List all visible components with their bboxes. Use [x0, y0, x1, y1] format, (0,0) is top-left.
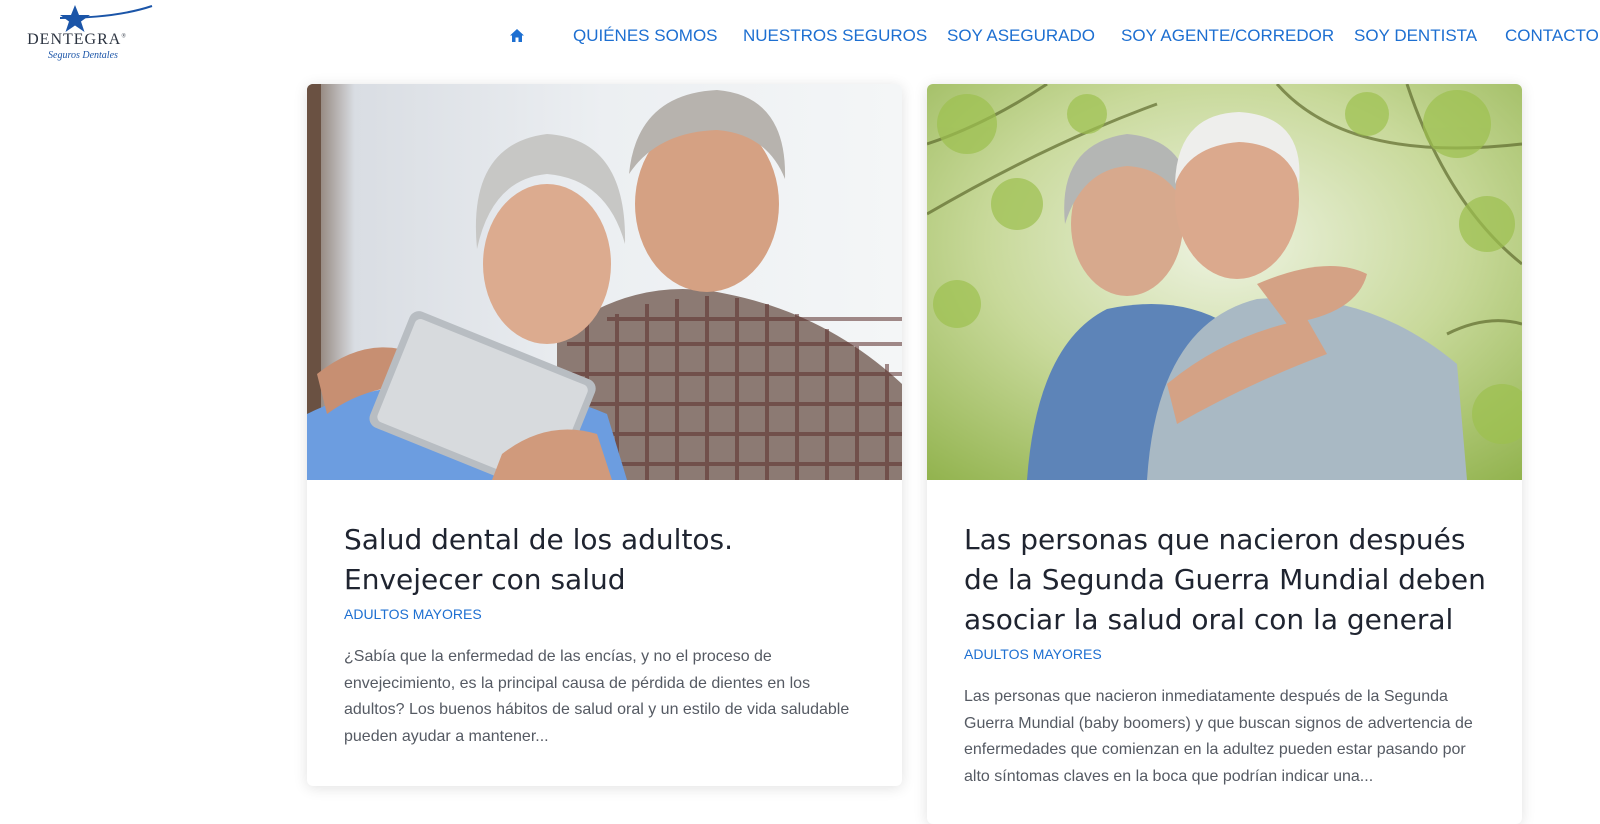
- post-category[interactable]: ADULTOS MAYORES: [344, 606, 865, 622]
- site-header: DENTEGRA® Seguros Dentales QUIÉNES SOMOS…: [0, 0, 1600, 78]
- post-excerpt: ¿Sabía que la enfermedad de las encías, …: [344, 648, 850, 745]
- nav-home[interactable]: [509, 26, 525, 50]
- nav-nuestros-seguros[interactable]: NUESTROS SEGUROS: [743, 24, 927, 48]
- senior-couple-tablet-photo: [307, 84, 902, 480]
- home-icon: [510, 29, 524, 42]
- post-card[interactable]: Salud dental de los adultos. Envejecer c…: [307, 84, 902, 786]
- post-image[interactable]: [927, 84, 1522, 480]
- post-category[interactable]: ADULTOS MAYORES: [964, 646, 1485, 662]
- logo-tagline: Seguros Dentales: [48, 50, 118, 61]
- post-image[interactable]: [307, 84, 902, 480]
- nav-soy-dentista[interactable]: SOY DENTISTA: [1354, 24, 1477, 48]
- post-title[interactable]: Salud dental de los adultos. Envejecer c…: [344, 520, 869, 600]
- nav-quienes-somos[interactable]: QUIÉNES SOMOS: [573, 24, 718, 48]
- logo-swoosh: [59, 5, 153, 19]
- post-card[interactable]: Las personas que nacieron después de la …: [927, 84, 1522, 824]
- nav-soy-agente-corredor[interactable]: SOY AGENTE/CORREDOR: [1121, 24, 1334, 48]
- senior-couple-outdoor-photo: [927, 84, 1522, 480]
- post-body: Las personas que nacieron después de la …: [927, 480, 1522, 790]
- nav-soy-asegurado[interactable]: SOY ASEGURADO: [947, 24, 1095, 48]
- main-navigation: QUIÉNES SOMOS NUESTROS SEGUROS SOY ASEGU…: [0, 24, 1600, 48]
- nav-contacto[interactable]: CONTACTO: [1505, 24, 1599, 48]
- post-body: Salud dental de los adultos. Envejecer c…: [307, 480, 902, 750]
- post-title[interactable]: Las personas que nacieron después de la …: [964, 520, 1489, 640]
- post-excerpt: Las personas que nacieron inmediatamente…: [964, 688, 1473, 785]
